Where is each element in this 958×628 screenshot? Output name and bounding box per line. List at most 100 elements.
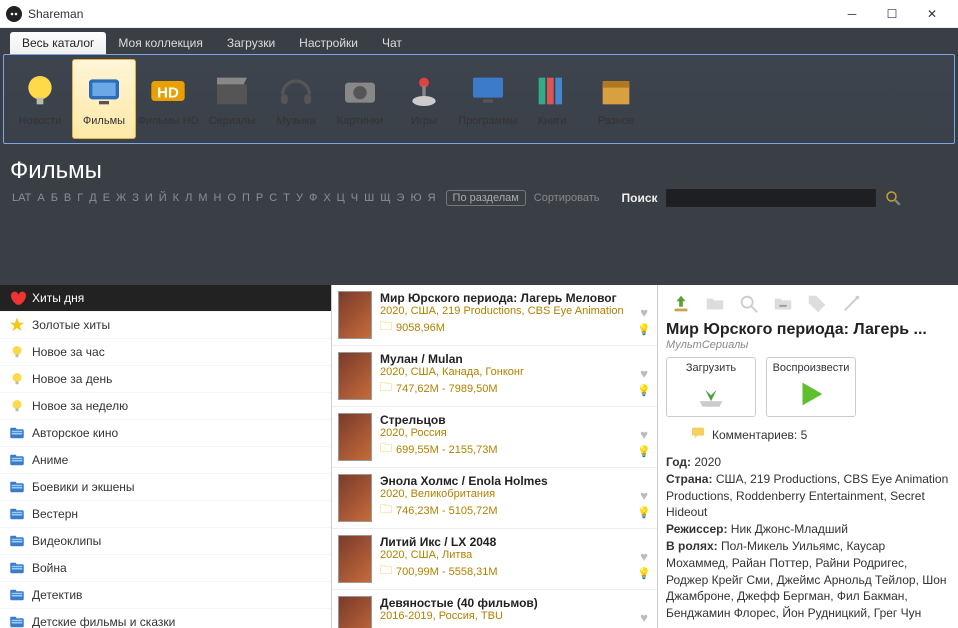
alpha-Ф[interactable]: Ф: [307, 192, 319, 204]
search-icon[interactable]: [882, 189, 904, 207]
alpha-Х[interactable]: Х: [321, 192, 332, 204]
tab-2[interactable]: Загрузки: [215, 32, 287, 54]
sidebar-item-6[interactable]: Аниме: [0, 447, 331, 474]
list-item[interactable]: Энола Холмс / Enola Holmes2020, Великобр…: [332, 468, 657, 529]
sidebar-item-0[interactable]: Хиты дня: [0, 285, 331, 312]
alpha-Щ[interactable]: Щ: [378, 192, 392, 204]
maximize-button[interactable]: ☐: [872, 2, 912, 26]
thumbnail: [338, 474, 372, 522]
alpha-Ч[interactable]: Ч: [349, 192, 360, 204]
sidebar-item-3[interactable]: Новое за день: [0, 366, 331, 393]
folder-icon[interactable]: [704, 293, 726, 315]
alpha-Р[interactable]: Р: [254, 192, 265, 204]
by-sections-button[interactable]: По разделам: [446, 190, 526, 206]
close-button[interactable]: ✕: [912, 2, 952, 26]
list-item[interactable]: Мир Юрского периода: Лагерь Меловог2020,…: [332, 285, 657, 346]
alpha-LAT[interactable]: LAT: [10, 192, 33, 204]
heart-icon: [8, 289, 26, 307]
sort-button[interactable]: Сортировать: [534, 192, 600, 204]
bulb-icon: 💡: [637, 567, 651, 580]
list-item[interactable]: Литий Икс / LX 20482020, США, Литва🗀 700…: [332, 529, 657, 590]
tool-bulb[interactable]: Новости: [8, 59, 72, 139]
sidebar-item-11[interactable]: Детектив: [0, 582, 331, 609]
folder-icon: [8, 451, 26, 469]
list-item[interactable]: Стрельцов2020, Россия🗀 699,55M - 2155,73…: [332, 407, 657, 468]
sidebar-item-9[interactable]: Видеоклипы: [0, 528, 331, 555]
alpha-О[interactable]: О: [225, 192, 238, 204]
tab-3[interactable]: Настройки: [287, 32, 370, 54]
sidebar-item-7[interactable]: Боевики и экшены: [0, 474, 331, 501]
alpha-У[interactable]: У: [294, 192, 305, 204]
tool-joystick[interactable]: Игры: [392, 59, 456, 139]
alpha-Ю[interactable]: Ю: [408, 192, 423, 204]
tab-0[interactable]: Весь каталог: [10, 32, 106, 54]
svg-text:HD: HD: [157, 85, 179, 102]
tool-hd[interactable]: HDФильмы HD: [136, 59, 200, 139]
search-icon[interactable]: [738, 293, 760, 315]
bulb-icon: 💡: [637, 445, 651, 458]
play-button[interactable]: Воспроизвести: [766, 357, 856, 417]
alpha-А[interactable]: А: [35, 192, 46, 204]
sidebar-item-12[interactable]: Детские фильмы и сказки: [0, 609, 331, 628]
search-input[interactable]: [666, 189, 876, 207]
remove-folder-icon[interactable]: [772, 293, 794, 315]
tag-icon[interactable]: [806, 293, 828, 315]
alpha-Й[interactable]: Й: [157, 192, 169, 204]
alpha-С[interactable]: С: [267, 192, 279, 204]
category-toolbar: НовостиФильмыHDФильмы HDСериалыМузыкаКар…: [3, 54, 955, 144]
alpha-Ц[interactable]: Ц: [335, 192, 347, 204]
upload-icon[interactable]: [670, 293, 692, 315]
alpha-М[interactable]: М: [196, 192, 209, 204]
sidebar-item-4[interactable]: Новое за неделю: [0, 393, 331, 420]
heart-icon[interactable]: ♥: [640, 610, 648, 625]
comments-link[interactable]: Комментариев: 5: [690, 425, 950, 444]
bulb-icon: 💡: [637, 323, 651, 336]
alpha-Ж[interactable]: Ж: [114, 192, 128, 204]
tool-monitor[interactable]: Программы: [456, 59, 520, 139]
alpha-К[interactable]: К: [171, 192, 181, 204]
alpha-Л[interactable]: Л: [183, 192, 194, 204]
alpha-Т[interactable]: Т: [281, 192, 292, 204]
tool-headphones[interactable]: Музыка: [264, 59, 328, 139]
alpha-Н[interactable]: Н: [211, 192, 223, 204]
tool-clapper[interactable]: Сериалы: [200, 59, 264, 139]
heart-icon[interactable]: ♥: [640, 549, 648, 564]
heart-icon[interactable]: ♥: [640, 366, 648, 381]
alpha-В[interactable]: В: [62, 192, 73, 204]
tool-box[interactable]: Разное: [584, 59, 648, 139]
sidebar-item-8[interactable]: Вестерн: [0, 501, 331, 528]
list-item[interactable]: Девяностые (40 фильмов)2016-2019, Россия…: [332, 590, 657, 628]
download-icon: [671, 376, 751, 412]
alpha-Ш[interactable]: Ш: [362, 192, 376, 204]
app-logo-icon: [6, 6, 22, 22]
alpha-Б[interactable]: Б: [49, 192, 60, 204]
wand-icon[interactable]: [840, 293, 862, 315]
alpha-Д[interactable]: Д: [87, 192, 98, 204]
sidebar-item-10[interactable]: Война: [0, 555, 331, 582]
alpha-Е[interactable]: Е: [101, 192, 112, 204]
tool-tv[interactable]: Фильмы: [72, 59, 136, 139]
alpha-П[interactable]: П: [240, 192, 252, 204]
section-title: Фильмы: [10, 157, 948, 185]
joystick-icon: [404, 71, 444, 111]
list-item[interactable]: Мулан / Mulan2020, США, Канада, Гонконг🗀…: [332, 346, 657, 407]
alpha-Я[interactable]: Я: [426, 192, 438, 204]
alpha-Г[interactable]: Г: [75, 192, 85, 204]
alpha-З[interactable]: З: [130, 192, 141, 204]
download-button[interactable]: Загрузить: [666, 357, 756, 417]
tab-1[interactable]: Моя коллекция: [106, 32, 214, 54]
alpha-Э[interactable]: Э: [395, 192, 407, 204]
sidebar-item-2[interactable]: Новое за час: [0, 339, 331, 366]
thumbnail: [338, 596, 372, 628]
alpha-И[interactable]: И: [143, 192, 155, 204]
tab-4[interactable]: Чат: [370, 32, 414, 54]
minimize-button[interactable]: ─: [832, 2, 872, 26]
tool-camera[interactable]: Картинки: [328, 59, 392, 139]
heart-icon[interactable]: ♥: [640, 305, 648, 320]
heart-icon[interactable]: ♥: [640, 488, 648, 503]
sidebar-item-1[interactable]: Золотые хиты: [0, 312, 331, 339]
tool-books[interactable]: Книги: [520, 59, 584, 139]
heart-icon[interactable]: ♥: [640, 427, 648, 442]
sidebar-item-5[interactable]: Авторское кино: [0, 420, 331, 447]
title-bar: Shareman ─ ☐ ✕: [0, 0, 958, 28]
